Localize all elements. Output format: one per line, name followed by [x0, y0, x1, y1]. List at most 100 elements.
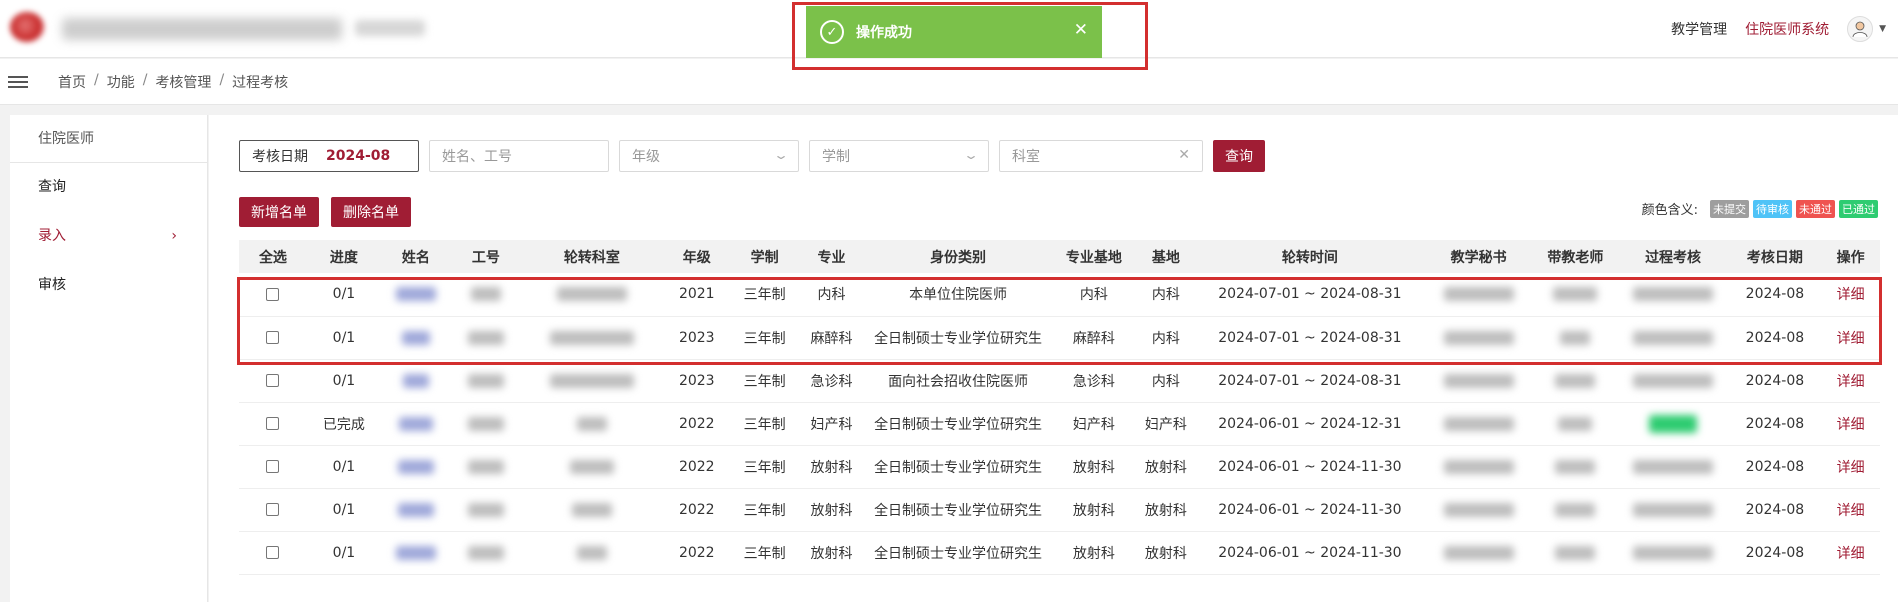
- detail-link[interactable]: 详细: [1821, 445, 1880, 489]
- system-cell: 三年制: [730, 531, 799, 575]
- secretary-cell-redacted: [1424, 273, 1534, 317]
- chevron-right-icon: ›: [171, 228, 177, 244]
- main-panel: 考核日期 2024-08 姓名、工号 年级 ⌄ 学制 ⌄ 科室 ✕ 查询 新增名单 删…: [209, 115, 1898, 602]
- sidebar-item-entry[interactable]: 录入 ›: [10, 212, 207, 261]
- name-cell-redacted[interactable]: [380, 316, 451, 360]
- column-header: 基地: [1136, 240, 1196, 273]
- table-header-row: 全选 进度 姓名 工号 轮转科室 年级 学制 专业 身份类别 专业基地 基地 轮转时间 教学秘书 带教老师…: [239, 240, 1880, 273]
- row-checkbox-cell: [239, 402, 307, 446]
- process-exam-cell-redacted: [1617, 531, 1729, 575]
- detail-link[interactable]: 详细: [1821, 359, 1880, 403]
- teacher-cell-redacted: [1533, 402, 1618, 446]
- detail-link[interactable]: 详细: [1821, 402, 1880, 446]
- secretary-cell-redacted: [1424, 402, 1534, 446]
- secretary-cell-redacted: [1424, 488, 1534, 532]
- staff-id-cell-redacted: [450, 359, 521, 403]
- name-search-placeholder: 姓名、工号: [442, 149, 512, 165]
- chevron-down-icon: ⌄: [962, 148, 980, 162]
- legend-tag-not-submitted: 未提交: [1710, 199, 1749, 218]
- name-cell-redacted[interactable]: [380, 359, 451, 403]
- major-base-cell: 内科: [1051, 273, 1137, 317]
- exam-date-picker[interactable]: 考核日期 2024-08: [239, 140, 419, 172]
- dept-select[interactable]: 科室 ✕: [999, 140, 1203, 172]
- name-cell-redacted[interactable]: [380, 273, 451, 317]
- breadcrumb-function[interactable]: 功能: [107, 72, 135, 92]
- name-cell-redacted[interactable]: [380, 402, 451, 446]
- name-cell-redacted[interactable]: [380, 445, 451, 489]
- rotation-period-cell: 2024-07-01 ~ 2024-08-31: [1195, 359, 1425, 403]
- exam-date-cell: 2024-08: [1728, 445, 1822, 489]
- row-checkbox[interactable]: [266, 460, 280, 473]
- user-avatar[interactable]: [1847, 16, 1874, 42]
- clear-icon[interactable]: ✕: [1178, 147, 1190, 163]
- chevron-down-icon[interactable]: ▼: [1879, 24, 1886, 34]
- column-header: 身份类别: [864, 240, 1052, 273]
- delete-list-button[interactable]: 删除名单: [331, 197, 411, 227]
- row-checkbox-cell: [239, 316, 307, 360]
- process-exam-cell-redacted: [1617, 273, 1729, 317]
- progress-cell: 0/1: [306, 359, 381, 403]
- secretary-cell-redacted: [1424, 445, 1534, 489]
- top-link-resident-system[interactable]: 住院医师系统: [1745, 19, 1829, 39]
- row-checkbox[interactable]: [266, 287, 280, 301]
- rotation-period-cell: 2024-06-01 ~ 2024-12-31: [1195, 402, 1425, 446]
- system-title-redacted: [62, 18, 342, 40]
- staff-id-cell-redacted: [450, 531, 521, 575]
- secretary-cell-redacted: [1424, 359, 1534, 403]
- rotation-dept-cell-redacted: [520, 488, 663, 532]
- sidebar-item-query[interactable]: 查询: [10, 163, 207, 212]
- row-checkbox-cell: [239, 359, 307, 403]
- base-cell: 妇产科: [1136, 402, 1196, 446]
- system-subtitle-redacted: [355, 20, 425, 36]
- system-cell: 三年制: [730, 402, 799, 446]
- detail-link[interactable]: 详细: [1821, 316, 1880, 360]
- table-row: 0/1 2022 三年制 放射科 全日制硕士专业学位研究生 放射科 放射科 2024-06-0…: [239, 445, 1880, 489]
- row-checkbox[interactable]: [266, 546, 280, 559]
- name-cell-redacted[interactable]: [380, 531, 451, 575]
- add-list-button[interactable]: 新增名单: [239, 197, 319, 227]
- breadcrumb-home[interactable]: 首页: [58, 72, 86, 92]
- major-cell: 急诊科: [798, 359, 865, 403]
- name-search-input[interactable]: 姓名、工号: [429, 140, 609, 172]
- base-cell: 内科: [1136, 273, 1196, 317]
- table-body: 0/1 2021 三年制 内科 本单位住院医师 内科 内科 2024-07-01 ~ 2024…: [239, 273, 1880, 575]
- row-checkbox[interactable]: [266, 331, 280, 344]
- system-select[interactable]: 学制 ⌄: [809, 140, 989, 172]
- detail-link[interactable]: 详细: [1821, 531, 1880, 575]
- exam-date-cell: 2024-08: [1728, 531, 1822, 575]
- system-cell: 三年制: [730, 316, 799, 360]
- exam-date-cell: 2024-08: [1728, 402, 1822, 446]
- grade-select[interactable]: 年级 ⌄: [619, 140, 799, 172]
- process-exam-cell-redacted: [1617, 445, 1729, 489]
- progress-cell: 0/1: [306, 445, 381, 489]
- exam-date-label: 考核日期: [252, 149, 308, 165]
- grade-cell: 2022: [662, 488, 731, 532]
- exam-date-value: 2024-08: [326, 148, 391, 164]
- identity-cell: 本单位住院医师: [864, 273, 1052, 317]
- major-base-cell: 放射科: [1051, 531, 1137, 575]
- row-checkbox[interactable]: [266, 374, 280, 387]
- detail-link[interactable]: 详细: [1821, 488, 1880, 532]
- color-legend: 颜色含义: 未提交 待审核 未通过 已通过: [1642, 199, 1878, 218]
- detail-link[interactable]: 详细: [1821, 273, 1880, 317]
- breadcrumb-separator: /: [142, 71, 148, 88]
- sidebar-item-review[interactable]: 审核: [10, 261, 207, 310]
- query-button[interactable]: 查询: [1213, 140, 1265, 172]
- column-header: 轮转时间: [1195, 240, 1425, 273]
- name-cell-redacted[interactable]: [380, 488, 451, 532]
- sidebar-item-label: 录入: [38, 228, 66, 244]
- breadcrumb-exam-management[interactable]: 考核管理: [155, 72, 211, 92]
- row-checkbox[interactable]: [266, 503, 280, 516]
- grade-cell: 2022: [662, 531, 731, 575]
- row-checkbox[interactable]: [266, 417, 280, 430]
- major-base-cell: 麻醉科: [1051, 316, 1137, 360]
- base-cell: 放射科: [1136, 531, 1196, 575]
- top-link-teaching[interactable]: 教学管理: [1671, 19, 1727, 39]
- grade-cell: 2023: [662, 359, 731, 403]
- major-cell: 麻醉科: [798, 316, 865, 360]
- system-cell: 三年制: [730, 359, 799, 403]
- major-cell: 放射科: [798, 488, 865, 532]
- breadcrumb-process-exam: 过程考核: [232, 74, 289, 91]
- menu-toggle-icon[interactable]: [8, 73, 28, 91]
- grade-cell: 2021: [662, 273, 731, 317]
